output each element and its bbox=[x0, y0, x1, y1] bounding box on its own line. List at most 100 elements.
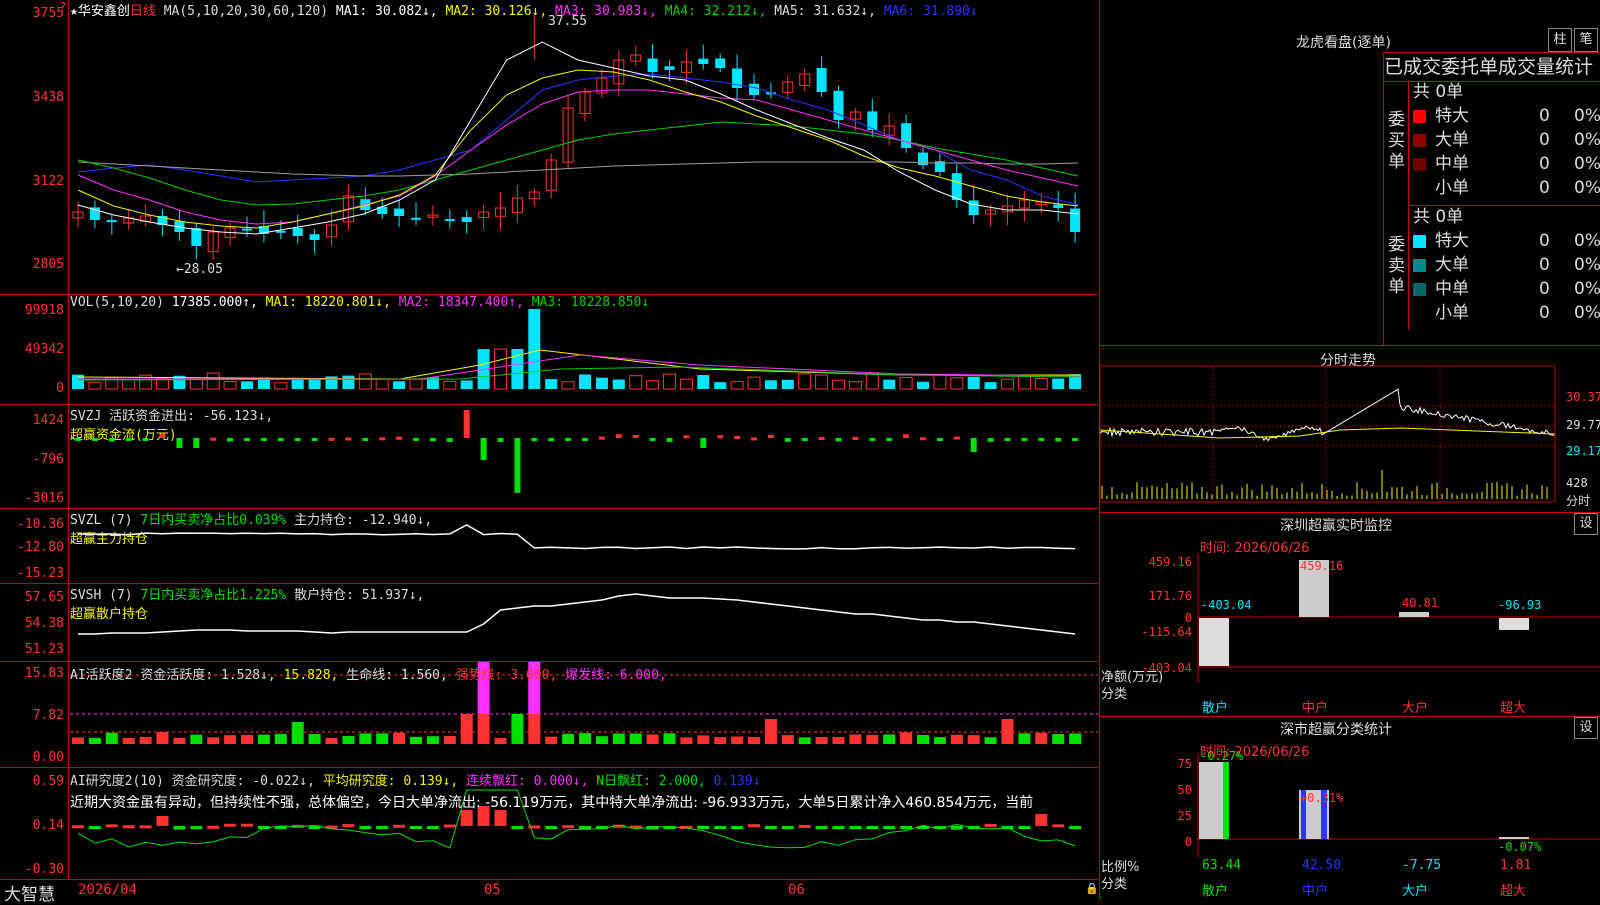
flow-bar bbox=[446, 438, 453, 442]
volume-bar bbox=[883, 379, 896, 389]
x-axis-bar: 大智慧 2026/04 05 06 🔒 bbox=[0, 880, 1099, 905]
lock-icon[interactable]: 🔒 bbox=[1085, 882, 1099, 895]
intraday-y-label: 30.37 bbox=[1566, 390, 1600, 404]
flow-bar bbox=[920, 437, 926, 441]
ai-research-panel[interactable]: 0.59 0.14 -0.30 AI研究度2(10) 资金研究度: -0.022… bbox=[0, 768, 1098, 880]
flow-bar bbox=[345, 437, 352, 441]
candle-body bbox=[242, 228, 252, 231]
flow-bar bbox=[1038, 438, 1045, 441]
candle-body bbox=[275, 230, 286, 233]
volume-bar bbox=[1052, 378, 1065, 389]
bottom-value: 63.44 bbox=[1202, 858, 1242, 873]
volume-bar bbox=[679, 378, 693, 390]
volume-bar bbox=[950, 377, 964, 390]
candlestick-chart[interactable] bbox=[0, 0, 1098, 294]
activity-bar bbox=[781, 735, 794, 744]
volume-bar bbox=[122, 378, 136, 390]
activity-bar bbox=[731, 736, 744, 744]
stats-table: 委买单 共 0单 特大 0 0% 大单 0 0% 中单 0 0% 小单 0 0% 委卖单 共 0… bbox=[1383, 80, 1600, 345]
activity-bar bbox=[72, 737, 84, 744]
bar-view-button[interactable]: 柱 bbox=[1548, 28, 1572, 52]
activity-bar bbox=[139, 736, 152, 744]
volume-bar bbox=[899, 376, 913, 390]
flow-bar bbox=[480, 438, 487, 460]
flow-bar bbox=[260, 438, 267, 441]
activity-bar bbox=[122, 737, 135, 744]
activity-bar bbox=[697, 735, 710, 744]
flow-bar bbox=[734, 435, 741, 439]
bottom-value: -7.75 bbox=[1402, 858, 1442, 873]
flow-bar bbox=[463, 410, 470, 438]
bottom-value: 1.81 bbox=[1500, 858, 1532, 873]
activity-bar bbox=[426, 736, 439, 744]
value-label: 459.16 bbox=[1300, 559, 1344, 573]
realtime-monitor-panel[interactable]: 深圳超赢实时监控 设 时间: 2026/06/26 459.16 171.76 … bbox=[1099, 513, 1600, 717]
flow-bar bbox=[311, 438, 318, 441]
flow-bar bbox=[565, 438, 572, 441]
research-bar bbox=[748, 824, 760, 828]
flow-bar bbox=[835, 438, 842, 442]
volume-bar bbox=[460, 380, 473, 389]
activity-bar bbox=[105, 732, 118, 744]
sell-row-small: 小单 0 0% bbox=[1435, 303, 1600, 323]
activity-bar bbox=[967, 735, 980, 744]
research-bar bbox=[579, 826, 591, 829]
intraday-panel[interactable]: 分时走势 30.37 29.77 29.17 428 分时 bbox=[1099, 346, 1600, 513]
svzj-panel[interactable]: 1424 -796 -3016 SVZJ 活跃资金进出: -56.123↓, 超… bbox=[0, 405, 1098, 509]
activity-bar bbox=[680, 737, 693, 744]
volume-bar bbox=[612, 379, 625, 389]
bottom-value: 42.50 bbox=[1302, 858, 1342, 873]
intraday-y-label: 29.77 bbox=[1566, 418, 1600, 432]
retail-line bbox=[78, 593, 1076, 635]
research-bar bbox=[494, 810, 507, 826]
candle-body bbox=[1070, 208, 1081, 232]
y-label: 75 bbox=[1177, 757, 1192, 771]
ai1-life: 生命线: 1.560, bbox=[346, 668, 448, 683]
volume-bar bbox=[88, 381, 102, 390]
research-bar bbox=[545, 826, 558, 830]
activity-bar bbox=[359, 733, 372, 744]
activity-bar bbox=[1069, 733, 1082, 744]
brand-label: 大智慧 bbox=[4, 885, 55, 905]
y-label: 459.16 bbox=[1148, 555, 1192, 569]
ratio-bar bbox=[1223, 762, 1229, 839]
price-panel[interactable]: 3755 3438 3122 2805 ? ★华安鑫创日线 MA(5,10,20… bbox=[0, 0, 1098, 295]
activity-bar bbox=[1018, 733, 1031, 744]
research-bar bbox=[511, 826, 524, 829]
high-price-label: 37.55 bbox=[548, 14, 588, 29]
research-bar bbox=[1052, 824, 1065, 828]
stroke-view-button[interactable]: 笔 bbox=[1574, 28, 1598, 52]
ai-activity-panel[interactable]: 15.83 7.82 0.00 AI活跃度2 资金活跃度: 1.528↓, 15… bbox=[0, 662, 1098, 768]
activity-bar bbox=[241, 735, 253, 744]
volume-bar bbox=[358, 373, 372, 390]
volume-bar bbox=[1001, 378, 1014, 390]
buy-row-medium: 中单 0 0% bbox=[1409, 152, 1600, 176]
activity-bar bbox=[207, 737, 220, 744]
volume-bar bbox=[933, 374, 947, 390]
classify-stats-panel[interactable]: 深市超赢分类统计 设 时间: 2026/06/26 75 50 25 0 -0.… bbox=[1099, 717, 1600, 900]
svsh-panel[interactable]: 57.65 54.38 51.23 SVSH (7) 7日内买卖净占比1.225… bbox=[0, 584, 1098, 662]
intraday-chart[interactable] bbox=[1100, 346, 1600, 512]
flow-bar bbox=[176, 438, 183, 448]
flow-bar bbox=[970, 438, 977, 452]
ai2-name: AI研究度2(10) bbox=[70, 774, 164, 789]
activity-bar bbox=[1001, 719, 1014, 744]
cat-name: 中户 bbox=[1302, 884, 1329, 899]
research-bar bbox=[832, 826, 845, 829]
volume-bar bbox=[241, 381, 253, 389]
cat-label: 分类 bbox=[1101, 877, 1128, 892]
ai2-cont: 连续飘红: 0.000↓, bbox=[466, 774, 589, 789]
research-bar bbox=[460, 810, 473, 826]
fund-flow-bars bbox=[75, 410, 1079, 493]
cat-name: 中户 bbox=[1302, 701, 1329, 716]
ma1-line bbox=[77, 41, 1079, 235]
activity-bar bbox=[900, 732, 913, 744]
flow-bar bbox=[142, 438, 149, 441]
research-bar bbox=[849, 826, 862, 829]
flow-bar bbox=[598, 436, 605, 440]
volume-bar bbox=[697, 374, 710, 389]
volume-bar bbox=[629, 375, 643, 390]
svzl-panel[interactable]: -10.36 -12.80 -15.23 SVZL (7) 7日内买卖净占比0.… bbox=[0, 509, 1098, 584]
volume-panel[interactable]: 99918 49342 0 VOL(5,10,20) 17385.000↑, M… bbox=[0, 295, 1098, 405]
flow-bar bbox=[159, 434, 166, 438]
